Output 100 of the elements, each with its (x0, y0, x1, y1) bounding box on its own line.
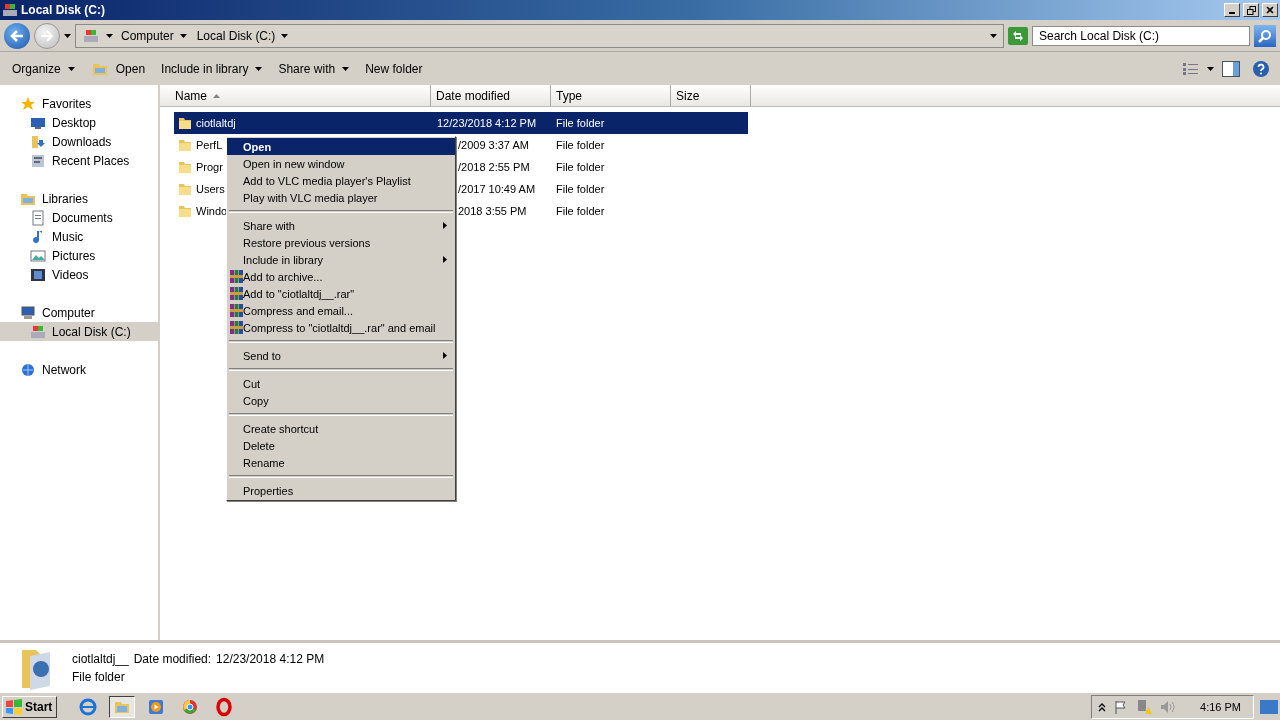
column-header[interactable]: Name (160, 85, 431, 106)
table-cell: File folder (556, 139, 605, 151)
file-name: ciotlaltdj__ (72, 651, 129, 666)
ring-icon (214, 696, 235, 717)
close-icon (1266, 6, 1274, 14)
menu-item[interactable]: Rename (227, 454, 455, 471)
sidebar-item[interactable]: Desktop (0, 113, 158, 132)
toolbar-button[interactable]: Share with (272, 58, 356, 79)
dropdown-caret-icon (255, 66, 263, 71)
table-cell: /2018 2:55 PM (458, 161, 530, 173)
menu-item[interactable]: Send to (227, 347, 455, 364)
dropdown-caret-icon (106, 33, 113, 38)
table-cell: /2009 3:37 AM (458, 139, 529, 151)
menu-item[interactable]: Add to VLC media player's Playlist (227, 172, 455, 189)
search-field[interactable]: Search Local Disk (C:) (1032, 25, 1250, 46)
chevron-up-icon[interactable] (1098, 701, 1107, 712)
flag-icon[interactable] (1114, 699, 1129, 714)
address-bar[interactable]: Computer Local Disk (C:) (75, 23, 1004, 48)
column-header[interactable]: Size (671, 85, 751, 106)
menu-item[interactable]: Compress and email... (227, 302, 455, 319)
sidebar-item[interactable]: Local Disk (C:) (0, 322, 158, 341)
menu-item[interactable]: Play with VLC media player (227, 189, 455, 206)
close-button[interactable] (1262, 3, 1278, 17)
table-cell: File folder (556, 117, 605, 129)
menu-item[interactable]: Copy (227, 392, 455, 409)
menu-item[interactable]: Include in library (227, 251, 455, 268)
folder-icon (178, 204, 192, 218)
picture-icon (30, 247, 46, 264)
menu-item[interactable]: Delete (227, 437, 455, 454)
view-caret-icon[interactable] (1207, 66, 1214, 71)
file-type: File folder (72, 669, 126, 684)
sidebar-item[interactable]: Documents (0, 208, 158, 227)
star-icon (20, 95, 36, 112)
drive-icon (30, 323, 46, 340)
table-cell: File folder (556, 205, 605, 217)
dropdown-caret-icon (179, 33, 187, 38)
table-cell: ciotlaltdj (196, 117, 236, 129)
menu-item[interactable]: Open (227, 138, 455, 155)
taskbar-app-button[interactable] (109, 695, 136, 718)
menu-item[interactable]: Add to "ciotlaltdj__.rar" (227, 285, 455, 302)
table-cell: 12/23/2018 4:12 PM (437, 117, 537, 129)
toolbar-button[interactable]: Organize (6, 58, 81, 79)
submenu-arrow-icon (443, 222, 447, 229)
downloads-folder-icon (30, 133, 46, 150)
submenu-arrow-icon (443, 256, 447, 263)
back-arrow-icon (10, 29, 24, 42)
table-cell: 2018 3:55 PM (458, 205, 527, 217)
history-caret-icon[interactable] (64, 33, 71, 38)
menu-item[interactable]: Create shortcut (227, 420, 455, 437)
back-button[interactable] (4, 22, 30, 49)
sidebar-item[interactable]: Music (0, 227, 158, 246)
menu-item[interactable]: Restore previous versions (227, 234, 455, 251)
table-cell: /2017 10:49 AM (458, 183, 536, 195)
sidebar-item[interactable]: Computer (0, 303, 158, 322)
address-dropdown-icon[interactable] (990, 33, 997, 38)
film-icon (30, 266, 46, 283)
recent-places-icon (30, 152, 46, 169)
menu-item[interactable]: Add to archive... (227, 268, 455, 285)
clock[interactable]: 4:16 PM (1200, 700, 1241, 713)
menu-item[interactable]: Open in new window (227, 155, 455, 172)
toolbar-button[interactable]: Include in library (155, 58, 269, 79)
search-button[interactable] (1254, 24, 1276, 47)
folder-icon (178, 138, 192, 152)
start-button[interactable]: Start (2, 695, 58, 718)
sidebar-item[interactable]: Videos (0, 265, 158, 284)
sidebar-item[interactable]: Network (0, 360, 158, 379)
breadcrumb[interactable]: Computer (119, 28, 189, 43)
table-cell: PerfL (196, 139, 223, 151)
sidebar-item[interactable]: Libraries (0, 189, 158, 208)
menu-item[interactable]: Share with (227, 217, 455, 234)
forward-arrow-icon (40, 29, 54, 42)
minimize-button[interactable] (1224, 3, 1240, 17)
menu-item[interactable]: Cut (227, 375, 455, 392)
dropdown-caret-icon (281, 33, 289, 38)
sidebar-item[interactable]: Recent Places (0, 151, 158, 170)
table-cell: Users (196, 183, 225, 195)
refresh-icon[interactable] (1008, 26, 1028, 45)
globe-icon (20, 361, 36, 378)
toolbar-button[interactable]: Open (84, 57, 152, 80)
archive-books-icon (230, 270, 243, 283)
sidebar-item[interactable]: Downloads (0, 132, 158, 151)
menu-item[interactable]: Compress to "ciotlaltdj__.rar" and email (227, 319, 455, 336)
window-title: Local Disk (C:) (21, 3, 106, 17)
globe-icon (78, 696, 99, 717)
restore-button[interactable] (1243, 3, 1259, 17)
archive-books-icon (230, 304, 243, 317)
selected-row-highlight[interactable]: ciotlaltdj 12/23/2018 4:12 PM File folder (174, 112, 748, 134)
folder-icon (178, 182, 192, 196)
menu-item[interactable]: Properties (227, 482, 455, 499)
column-header[interactable]: Type (551, 85, 671, 106)
show-desktop-icon[interactable] (1260, 699, 1278, 714)
sidebar-item[interactable]: Pictures (0, 246, 158, 265)
column-header[interactable]: Date modified (431, 85, 551, 106)
toolbar-button[interactable]: New folder (359, 58, 429, 79)
breadcrumb[interactable]: Local Disk (C:) (194, 28, 291, 43)
table-cell: Windo (196, 205, 228, 217)
date-label: Date modified: (133, 651, 212, 666)
table-cell: Progr (196, 161, 223, 173)
sidebar-item[interactable]: Favorites (0, 94, 158, 113)
table-cell: File folder (556, 161, 605, 173)
